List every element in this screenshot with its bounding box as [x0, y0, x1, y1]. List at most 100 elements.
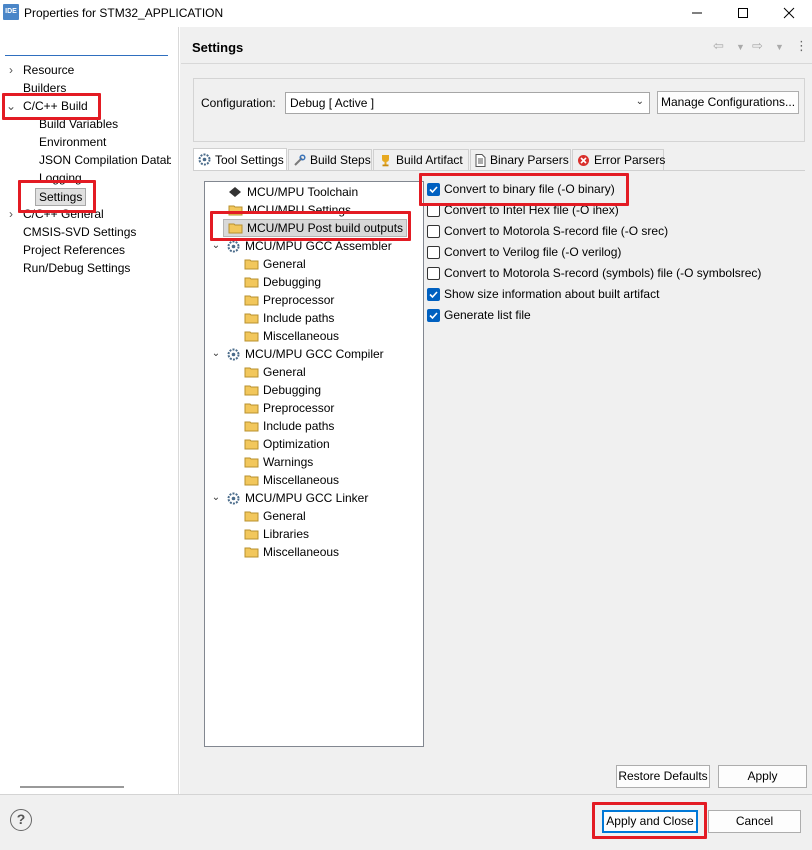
- tree-item-gcc-preprocessor[interactable]: Preprocessor: [205, 399, 423, 417]
- window-title: Properties for STM32_APPLICATION: [24, 6, 224, 20]
- folder-icon: [243, 383, 259, 397]
- tree-item-asm-debugging[interactable]: Debugging: [205, 273, 423, 291]
- configuration-select[interactable]: Debug [ Active ] ⌄: [285, 92, 650, 114]
- highlight-box: [419, 173, 629, 206]
- nav-item-json-compilation[interactable]: JSON Compilation Datab: [39, 151, 171, 169]
- tree-item-toolchain[interactable]: MCU/MPU Toolchain: [205, 183, 423, 201]
- folder-icon: [243, 473, 259, 487]
- tab-label: Build Steps: [310, 153, 371, 167]
- tree-item-asm-misc[interactable]: Miscellaneous: [205, 327, 423, 345]
- tab-build-artifact[interactable]: Build Artifact: [373, 149, 469, 170]
- tab-error-parsers[interactable]: Error Parsers: [572, 149, 666, 170]
- close-button[interactable]: [766, 0, 812, 26]
- highlight-box: [592, 802, 707, 839]
- tree-item-gcc-optimization[interactable]: Optimization: [205, 435, 423, 453]
- option-verilog[interactable]: Convert to Verilog file (-O verilog): [427, 243, 621, 261]
- divider: [181, 63, 812, 64]
- configuration-value: Debug [ Active ]: [290, 96, 375, 110]
- tree-item-gcc-warnings[interactable]: Warnings: [205, 453, 423, 471]
- wrench-icon: [293, 153, 306, 167]
- checkmark-icon: [429, 290, 438, 298]
- chip-icon: [227, 185, 243, 199]
- tool-tree: MCU/MPU Toolchain MCU/MPU Settings MCU/M…: [204, 181, 424, 747]
- folder-icon: [243, 275, 259, 289]
- apply-button[interactable]: Apply: [718, 765, 807, 788]
- folder-icon: [243, 293, 259, 307]
- folder-icon: [243, 455, 259, 469]
- nav-item-run-debug[interactable]: Run/Debug Settings: [23, 259, 130, 277]
- cancel-button[interactable]: Cancel: [708, 810, 801, 833]
- gear-icon: [225, 239, 241, 253]
- filter-input[interactable]: [5, 36, 168, 56]
- back-arrow-icon[interactable]: ⇦: [713, 38, 724, 56]
- checkbox[interactable]: [427, 308, 440, 322]
- gear-icon: [225, 491, 241, 505]
- tree-item-asm-include-paths[interactable]: Include paths: [205, 309, 423, 327]
- nav-item-cmsis-svd[interactable]: CMSIS-SVD Settings: [23, 223, 136, 241]
- folder-icon: [243, 311, 259, 325]
- folder-icon: [243, 527, 259, 541]
- chevron-right-icon[interactable]: ›: [6, 205, 16, 223]
- checkbox[interactable]: [427, 287, 440, 301]
- chevron-down-icon[interactable]: ⌄: [211, 345, 221, 363]
- checkbox[interactable]: [427, 245, 440, 259]
- tree-item-linker[interactable]: ⌄ MCU/MPU GCC Linker: [205, 489, 423, 507]
- nav-item-project-references[interactable]: Project References: [23, 241, 125, 259]
- tree-item-gcc-misc[interactable]: Miscellaneous: [205, 471, 423, 489]
- tree-item-gcc-debugging[interactable]: Debugging: [205, 381, 423, 399]
- tree-item-asm-general[interactable]: General: [205, 255, 423, 273]
- tab-tool-settings[interactable]: Tool Settings: [193, 148, 287, 170]
- highlight-box: [2, 93, 101, 120]
- chevron-down-icon[interactable]: ⌄: [211, 489, 221, 507]
- tree-item-linker-general[interactable]: General: [205, 507, 423, 525]
- option-size-info[interactable]: Show size information about built artifa…: [427, 285, 659, 303]
- folder-icon: [243, 365, 259, 379]
- folder-icon: [243, 437, 259, 451]
- tab-label: Build Artifact: [396, 153, 463, 167]
- back-dropdown-icon[interactable]: ▼: [736, 42, 745, 60]
- tree-item-linker-misc[interactable]: Miscellaneous: [205, 543, 423, 561]
- option-srec[interactable]: Convert to Motorola S-record file (-O sr…: [427, 222, 668, 240]
- option-symbolsrec[interactable]: Convert to Motorola S-record (symbols) f…: [427, 264, 761, 282]
- trophy-icon: [378, 153, 392, 167]
- restore-defaults-button[interactable]: Restore Defaults: [616, 765, 710, 788]
- nav-item-environment[interactable]: Environment: [39, 133, 106, 151]
- gear-icon: [198, 153, 211, 167]
- chevron-right-icon[interactable]: ›: [6, 61, 16, 79]
- chevron-down-icon: ⌄: [635, 96, 644, 107]
- checkbox[interactable]: [427, 224, 440, 238]
- folder-icon: [243, 419, 259, 433]
- tree-item-gcc-general[interactable]: General: [205, 363, 423, 381]
- nav-item-resource[interactable]: Resource: [23, 61, 74, 79]
- tree-item-gcc-include-paths[interactable]: Include paths: [205, 417, 423, 435]
- highlight-box: [18, 180, 96, 213]
- forward-arrow-icon[interactable]: ⇨: [752, 38, 763, 56]
- checkbox[interactable]: [427, 266, 440, 280]
- maximize-icon: [738, 8, 748, 18]
- folder-icon: [243, 329, 259, 343]
- close-icon: [783, 7, 795, 19]
- tab-build-steps[interactable]: Build Steps: [288, 149, 372, 170]
- minimize-button[interactable]: [674, 0, 720, 26]
- tree-item-asm-preprocessor[interactable]: Preprocessor: [205, 291, 423, 309]
- folder-icon: [243, 509, 259, 523]
- help-icon[interactable]: ?: [10, 809, 32, 831]
- tree-item-compiler[interactable]: ⌄ MCU/MPU GCC Compiler: [205, 345, 423, 363]
- horizontal-scrollbar[interactable]: [20, 786, 124, 788]
- tab-label: Error Parsers: [594, 153, 666, 167]
- configuration-label: Configuration:: [201, 96, 276, 110]
- page-title: Settings: [192, 40, 244, 55]
- tree-item-linker-libraries[interactable]: Libraries: [205, 525, 423, 543]
- tab-binary-parsers[interactable]: Binary Parsers: [470, 149, 571, 170]
- more-icon[interactable]: ⋮: [795, 38, 808, 56]
- manage-configurations-button[interactable]: Manage Configurations...: [657, 91, 799, 114]
- document-icon: [475, 153, 486, 167]
- forward-dropdown-icon[interactable]: ▼: [775, 42, 784, 60]
- maximize-button[interactable]: [720, 0, 766, 26]
- folder-icon: [243, 545, 259, 559]
- option-list-file[interactable]: Generate list file: [427, 306, 531, 324]
- minimize-icon: [692, 12, 702, 14]
- app-icon: IDE: [3, 4, 19, 20]
- folder-icon: [243, 401, 259, 415]
- checkmark-icon: [429, 311, 438, 319]
